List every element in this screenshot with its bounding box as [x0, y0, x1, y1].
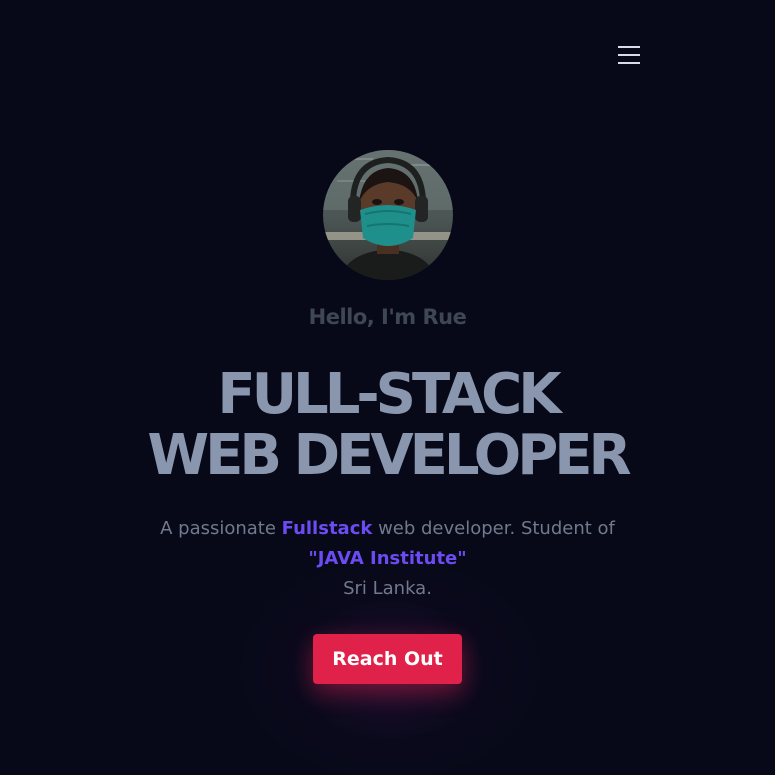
reach-out-button[interactable]: Reach Out [313, 634, 462, 684]
headline-line-2: WEB DEVELOPER [147, 423, 631, 488]
intro-line-2: "JAVA Institute" [0, 548, 775, 569]
hamburger-menu-icon [618, 46, 640, 64]
avatar [323, 150, 453, 280]
greeting-text: Hello, I'm Rue [308, 305, 467, 329]
intro-line-1: A passionate Fullstack web developer. St… [0, 518, 775, 539]
headline-line-1: FULL-STACK [217, 362, 561, 427]
intro-line-3: Sri Lanka. [0, 578, 775, 599]
menu-button[interactable] [614, 40, 644, 70]
intro-suffix: web developer. Student of [372, 518, 615, 539]
intro-prefix: A passionate [160, 518, 282, 539]
portfolio-page: Hello, I'm Rue FULL-STACK WEB DEVELOPER … [0, 0, 775, 775]
intro-highlight-fullstack: Fullstack [281, 518, 373, 539]
country-text: Sri Lanka. [343, 578, 432, 599]
institute-name: "JAVA Institute" [308, 548, 467, 569]
